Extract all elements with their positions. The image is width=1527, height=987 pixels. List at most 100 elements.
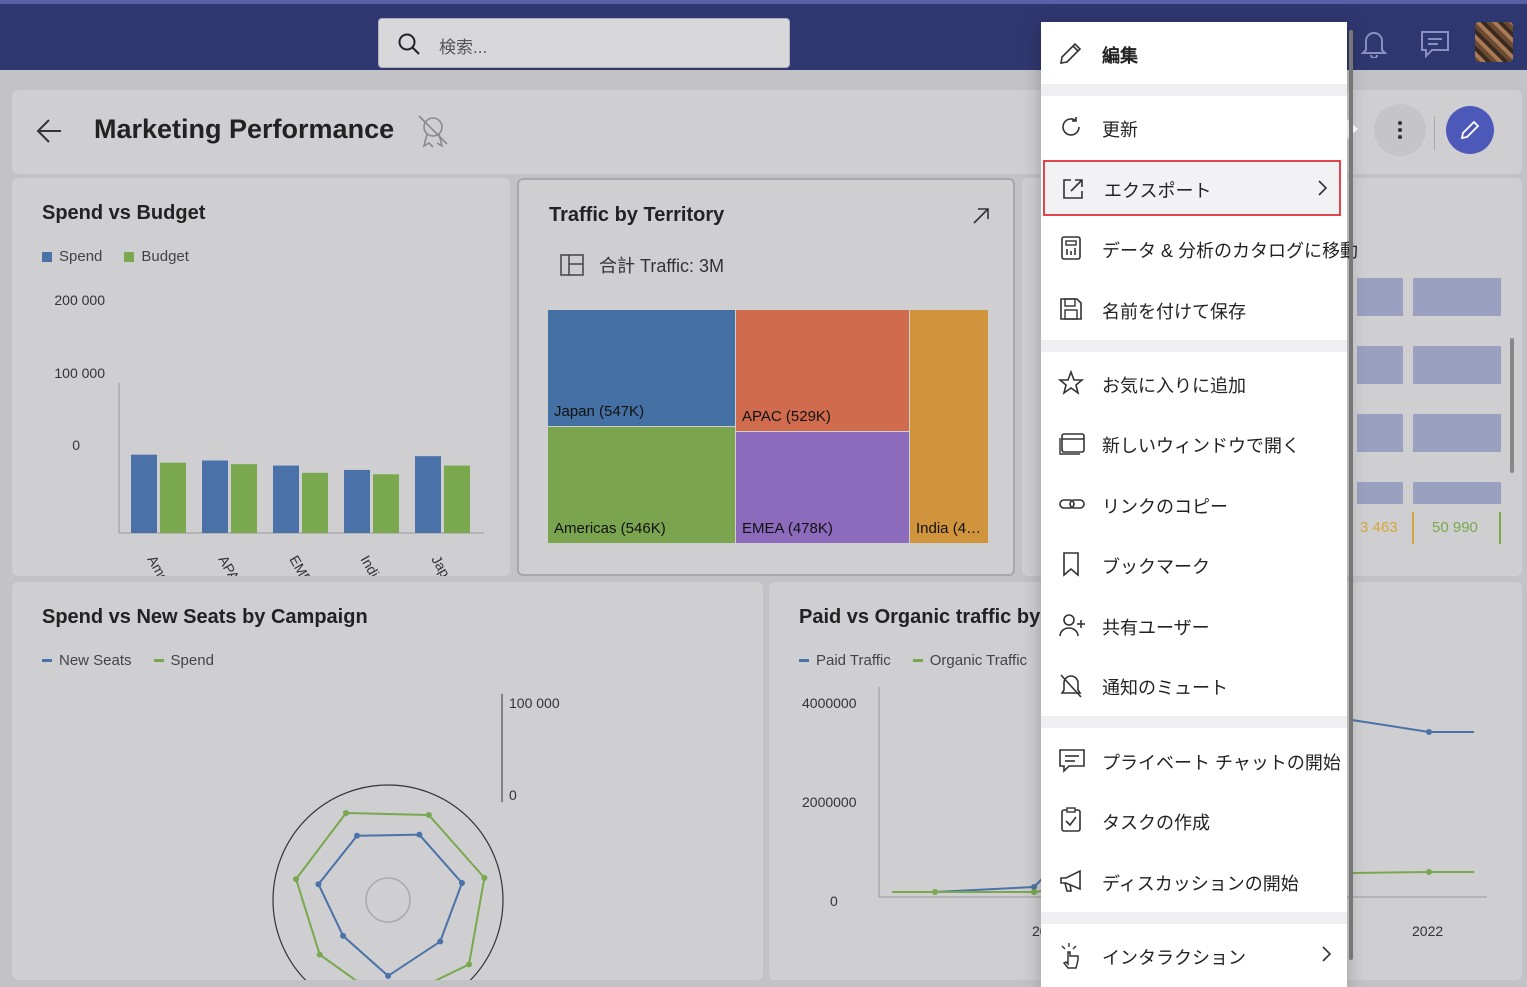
- menu-separator: [1041, 340, 1347, 352]
- catalog-icon: [1061, 236, 1081, 260]
- star-icon: [1058, 370, 1084, 395]
- spend-vs-new-seats-card[interactable]: Spend vs New Seats by Campaign New Seats…: [12, 582, 763, 980]
- bar-mark: [1357, 346, 1403, 384]
- radar-point: [315, 881, 322, 888]
- menu-item-mute[interactable]: 通知のミュート: [1041, 656, 1347, 712]
- link-icon: [1059, 499, 1085, 509]
- chevron-right-icon: [1318, 180, 1328, 196]
- bar-mark: [1357, 482, 1403, 504]
- value-label: 3 463: [1360, 519, 1398, 536]
- clipboard-check-icon: [1061, 807, 1081, 832]
- bar-budget: [302, 472, 328, 533]
- search-box[interactable]: 検索...: [378, 18, 790, 68]
- spend-vs-budget-card[interactable]: Spend vs Budget Spend Budget 200 000 100…: [12, 178, 510, 576]
- bar-budget: [231, 464, 257, 533]
- menu-item-discussion[interactable]: ディスカッションの開始: [1041, 852, 1347, 908]
- radar-inner-ring: [365, 877, 411, 923]
- bar-budget: [444, 465, 470, 533]
- treemap-icon: [560, 254, 584, 276]
- bell-off-icon: [1060, 674, 1082, 698]
- pencil-icon: [1460, 120, 1480, 140]
- x-tick-label: EMEA: [286, 553, 320, 577]
- data-point: [932, 889, 938, 895]
- chat-icon[interactable]: [1420, 30, 1450, 58]
- menu-item-bookmark[interactable]: ブックマーク: [1041, 535, 1347, 591]
- window-icon: [1059, 433, 1085, 455]
- menu-separator: [1041, 912, 1347, 924]
- scrollbar-thumb[interactable]: [1510, 338, 1514, 473]
- chat-icon: [1059, 749, 1085, 773]
- treemap-cell-japan[interactable]: Japan (547K): [548, 310, 735, 426]
- page-title: Marketing Performance: [94, 114, 395, 144]
- search-input[interactable]: 検索...: [439, 33, 487, 58]
- menu-separator: [1041, 716, 1347, 728]
- data-point: [1426, 869, 1432, 875]
- search-icon: [398, 33, 420, 55]
- treemap-cell-apac[interactable]: APAC (529K): [736, 310, 909, 431]
- bookmark-icon: [1063, 552, 1079, 577]
- edit-button[interactable]: [1446, 106, 1494, 154]
- menu-item-new-window[interactable]: 新しいウィンドウで開く: [1041, 414, 1347, 470]
- bell-icon[interactable]: [1360, 28, 1388, 58]
- treemap-cell-americas[interactable]: Americas (546K): [548, 427, 735, 543]
- menu-scrollbar[interactable]: [1349, 30, 1353, 960]
- megaphone-icon: [1060, 869, 1081, 892]
- bar-mark: [1413, 414, 1501, 452]
- bar-chart: Americas APAC EMEA India Japan: [118, 383, 484, 577]
- data-point: [1031, 889, 1037, 895]
- menu-item-catalog[interactable]: データ & 分析のカタログに移動: [1041, 219, 1358, 275]
- radar-point: [425, 811, 432, 818]
- bar-spend: [202, 460, 228, 533]
- certificate-icon[interactable]: [414, 112, 452, 150]
- more-options-button[interactable]: [1374, 104, 1426, 156]
- value-label: 50 990: [1432, 519, 1478, 536]
- radar-point: [316, 951, 323, 958]
- treemap-cell-india[interactable]: India (4…: [910, 310, 988, 543]
- radar-series-new-seats: [317, 833, 464, 978]
- chevron-right-icon: [1322, 946, 1332, 962]
- radar-chart: [272, 694, 504, 980]
- radar-point: [385, 972, 392, 979]
- radar-point: [416, 831, 423, 838]
- context-menu: 編集 更新 エクスポート データ & 分析のカタログに移動 名前を付けて保存 お…: [1041, 22, 1358, 987]
- total-label: 合計 Traffic: 3M: [557, 250, 724, 280]
- radar-point: [465, 961, 472, 968]
- treemap-cell-emea[interactable]: EMEA (478K): [736, 432, 909, 543]
- menu-item-share-users[interactable]: 共有ユーザー: [1041, 596, 1347, 652]
- bar-mark: [1413, 278, 1501, 316]
- menu-separator: [1041, 84, 1347, 96]
- bar-spend: [131, 454, 157, 533]
- menu-item-save-as[interactable]: 名前を付けて保存: [1041, 280, 1347, 336]
- menu-item-interaction[interactable]: インタラクション: [1041, 926, 1347, 982]
- header-divider: [1434, 116, 1435, 150]
- menu-item-favorite[interactable]: お気に入りに追加: [1041, 354, 1347, 410]
- menu-item-copy-link[interactable]: リンクのコピー: [1041, 475, 1347, 531]
- radar-point: [481, 874, 488, 881]
- menu-item-private-chat[interactable]: プライベート チャットの開始: [1041, 731, 1347, 787]
- series-line-organic: [1351, 871, 1474, 874]
- more-vertical-icon: [1398, 121, 1402, 125]
- add-user-icon: [1059, 614, 1085, 637]
- radar-point: [458, 880, 465, 887]
- bar-mark: [1413, 482, 1501, 504]
- bar-mark: [1357, 278, 1403, 316]
- avatar[interactable]: [1475, 22, 1513, 62]
- bar-budget: [373, 474, 399, 533]
- bar-spend: [273, 465, 299, 533]
- menu-item-refresh[interactable]: 更新: [1041, 98, 1347, 154]
- menu-item-export[interactable]: エクスポート: [1043, 160, 1341, 216]
- pointer-icon: [1061, 943, 1079, 969]
- back-arrow-icon[interactable]: [34, 116, 64, 146]
- traffic-by-territory-card[interactable]: Traffic by Territory 合計 Traffic: 3M Japa…: [517, 178, 1015, 576]
- card-title: Traffic by Territory: [549, 204, 725, 226]
- bar-mark: [1357, 414, 1403, 452]
- refresh-icon: [1062, 117, 1080, 136]
- x-tick-label: India: [357, 553, 386, 577]
- menu-item-create-task[interactable]: タスクの作成: [1041, 791, 1347, 847]
- x-tick-label: APAC: [215, 553, 247, 577]
- data-point: [1426, 729, 1432, 735]
- menu-item-edit[interactable]: 編集: [1041, 24, 1347, 80]
- bar-budget: [160, 462, 186, 533]
- radar-point: [340, 932, 347, 939]
- expand-icon[interactable]: [971, 206, 991, 226]
